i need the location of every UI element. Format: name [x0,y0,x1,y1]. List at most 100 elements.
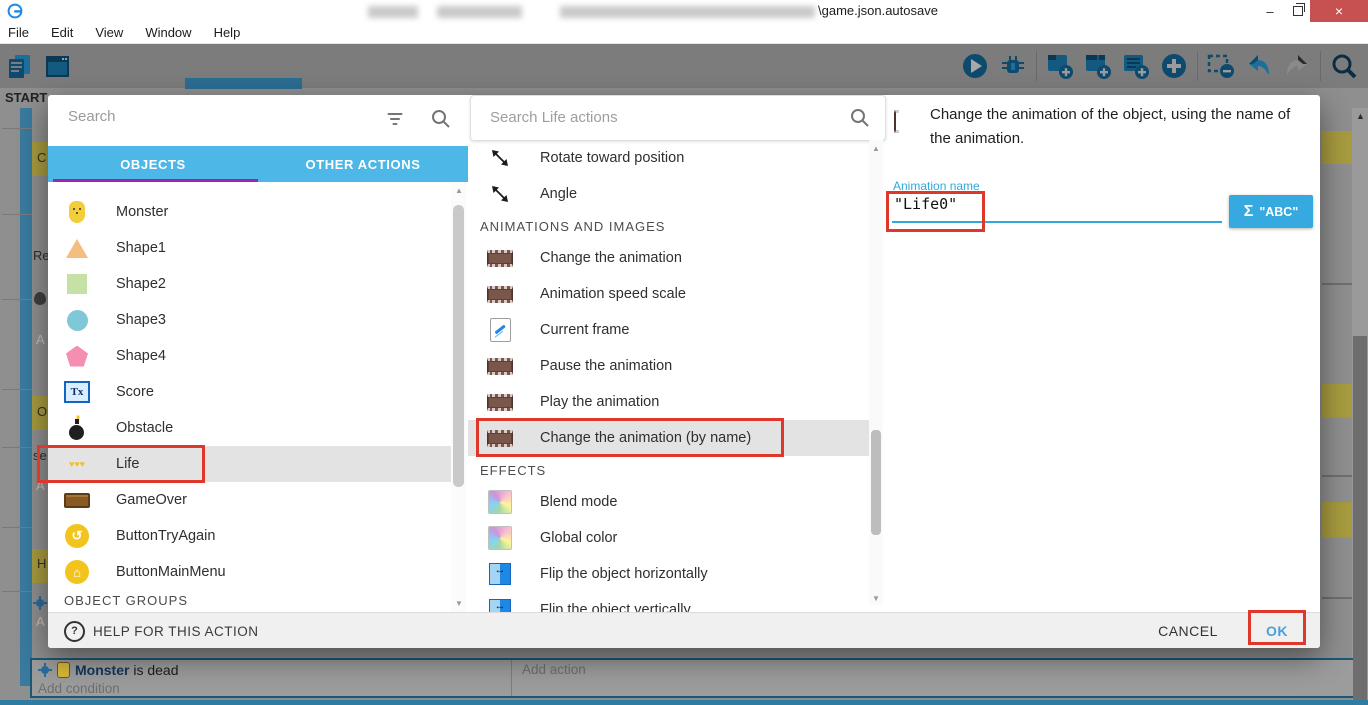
action-item-global-color[interactable]: Global color [468,520,869,556]
scene-tab-indicator [185,78,302,89]
objects-scrollbar-thumb[interactable] [453,205,464,487]
instruction-editor-dialog: OBJECTS OTHER ACTIONS Monster Shape1 Sha… [48,95,1320,648]
dimmed-action-cell [1322,384,1352,418]
cancel-button[interactable]: CANCEL [1148,618,1228,644]
redacted-title-segment [368,6,418,18]
flip-icon: ↔ [486,597,514,612]
condition-text: is dead [133,662,178,678]
color-icon [486,489,514,515]
search-events-icon[interactable] [1328,50,1360,82]
selected-event-row: Monster is dead Add condition Add action [30,658,1366,698]
menu-bar: File Edit View Window Help [0,22,1368,44]
expression-editor-button[interactable]: Σ "ABC" [1229,195,1313,228]
event-text-fragment: H [37,556,46,571]
play-icon[interactable] [959,50,991,82]
action-item-current-frame[interactable]: Current frame [468,312,869,348]
open-events-list-icon[interactable] [3,50,35,82]
rotate-icon [486,181,514,207]
sigma-icon: Σ [1244,203,1254,221]
restore-button[interactable] [1286,0,1310,22]
scroll-up-icon[interactable]: ▲ [872,145,880,153]
add-action-link: Add action [522,662,586,677]
object-item-buttontryagain[interactable]: ↺ButtonTryAgain [48,518,451,554]
action-item-pause-animation[interactable]: Pause the animation [468,348,869,384]
scroll-up-icon[interactable]: ▲ [455,187,463,195]
retry-button-icon: ↺ [64,523,90,549]
action-item-rotate-toward-position[interactable]: Rotate toward position [468,140,869,176]
actions-scrollbar-thumb[interactable] [871,430,881,535]
object-item-shape3[interactable]: Shape3 [48,302,451,338]
active-tab-indicator [53,179,258,182]
event-conditions-cell: Monster is dead Add condition [32,660,510,696]
sign-icon [64,487,90,513]
action-item-play-animation[interactable]: Play the animation [468,384,869,420]
object-item-buttonmainmenu[interactable]: ⌂ButtonMainMenu [48,554,451,590]
remove-event-icon[interactable] [1205,50,1237,82]
menu-edit[interactable]: Edit [40,25,84,40]
event-text-fragment: O [37,404,47,419]
add-other-event-icon[interactable] [1158,50,1190,82]
menu-help[interactable]: Help [203,25,252,40]
filter-icon[interactable] [386,113,404,127]
bomb-icon [34,292,46,305]
object-item-gameover[interactable]: GameOver [48,482,451,518]
search-icon[interactable] [849,107,871,129]
close-button[interactable]: × [1310,0,1368,22]
add-event-icon[interactable] [1044,50,1076,82]
object-item-shape2[interactable]: Shape2 [48,266,451,302]
film-icon [486,281,514,307]
redo-icon[interactable] [1281,50,1313,82]
menu-view[interactable]: View [84,25,134,40]
action-description: Change the animation of the object, usin… [930,103,1312,151]
animation-name-input[interactable] [892,195,1222,223]
help-for-this-action-button[interactable]: ? HELP FOR THIS ACTION [64,613,259,649]
object-groups-header: OBJECT GROUPS [64,593,188,608]
section-header-animations: ANIMATIONS AND IMAGES [480,212,860,240]
object-item-shape1[interactable]: Shape1 [48,230,451,266]
object-item-life[interactable]: ♥♥♥Life [48,446,451,482]
gear-icon [38,663,52,677]
ok-button[interactable]: OK [1253,618,1301,644]
frame-icon [486,317,514,343]
debug-icon[interactable] [997,50,1029,82]
action-item-animation-speed-scale[interactable]: Animation speed scale [468,276,869,312]
restore-icon [1293,6,1303,16]
scroll-up-icon[interactable]: ▲ [1356,112,1365,121]
film-icon [486,353,514,379]
action-item-flip-horizontally[interactable]: ↔Flip the object horizontally [468,556,869,592]
object-item-shape4[interactable]: Shape4 [48,338,451,374]
tab-other-actions[interactable]: OTHER ACTIONS [258,146,468,182]
scroll-down-icon[interactable]: ▼ [872,595,880,603]
add-sub-event-icon[interactable] [1082,50,1114,82]
object-item-obstacle[interactable]: Obstacle [48,410,451,446]
dialog-footer: ? HELP FOR THIS ACTION CANCEL OK [48,612,1320,648]
object-search-input[interactable] [66,107,370,126]
events-scrollbar-thumb[interactable] [1353,336,1367,705]
action-item-flip-vertically[interactable]: ↔Flip the object vertically [468,592,869,612]
actions-scrollbar[interactable] [869,140,883,605]
action-item-angle[interactable]: Angle [468,176,869,212]
action-item-change-animation[interactable]: Change the animation [468,240,869,276]
action-item-blend-mode[interactable]: Blend mode [468,484,869,520]
dimmed-action-cell [1322,502,1352,538]
open-scene-window-icon[interactable] [41,50,73,82]
flip-icon: ↔ [486,561,514,587]
window-title: \game.json.autosave [818,3,938,18]
scroll-down-icon[interactable]: ▼ [455,600,463,608]
object-item-monster[interactable]: Monster [48,194,451,230]
condition-object-name: Monster [75,662,129,678]
search-icon[interactable] [430,108,452,130]
redacted-title-segment [437,6,522,18]
tab-objects[interactable]: OBJECTS [48,146,258,182]
object-item-score[interactable]: TxScore [48,374,451,410]
action-search-input[interactable] [488,108,822,127]
menu-window[interactable]: Window [134,25,202,40]
action-item-change-animation-by-name[interactable]: Change the animation (by name) [468,420,869,456]
triangle-icon [64,235,90,261]
dimmed-action-cell [1322,131,1352,164]
menu-file[interactable]: File [0,25,40,40]
monster-icon [64,199,90,225]
undo-icon[interactable] [1243,50,1275,82]
minimize-button[interactable]: – [1254,0,1286,22]
add-comment-icon[interactable] [1120,50,1152,82]
